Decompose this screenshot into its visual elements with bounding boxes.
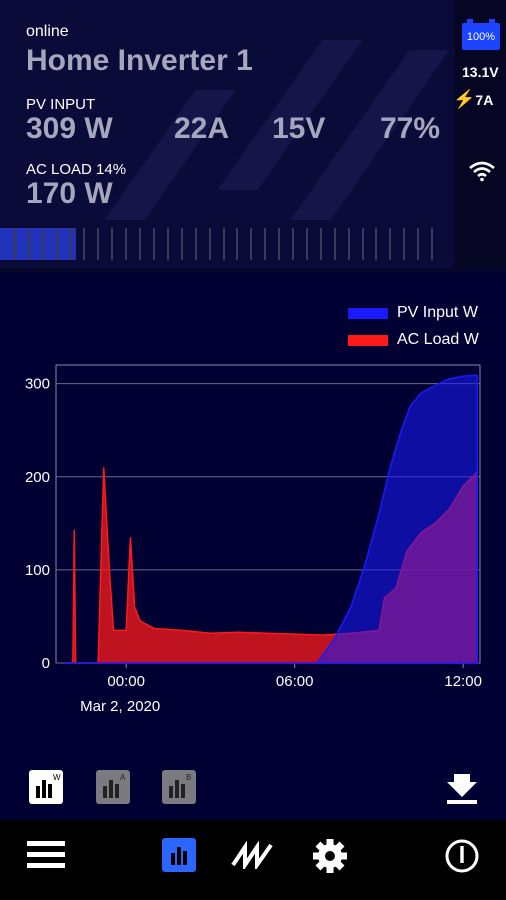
x-date-label: Mar 2, 2020 (80, 698, 160, 715)
x-tick-label: 12:00 (444, 673, 482, 690)
load-bar-segment (431, 228, 434, 260)
pv-percent-value: 77% (380, 112, 441, 145)
stats-nav-icon[interactable] (231, 841, 275, 869)
load-bar-segment (305, 228, 308, 260)
bar-chart-icon: B (169, 773, 191, 798)
load-bar-segment (417, 228, 420, 260)
y-tick-label: 300 (25, 376, 50, 393)
chart-area: PV Input W AC Load W 0 100 200 300 00:00 06:0… (0, 285, 506, 820)
load-bar-segment (69, 228, 72, 260)
power-info-icon[interactable] (444, 838, 480, 874)
watermark-logo (104, 90, 236, 220)
legend-swatch-pv (348, 308, 388, 319)
wifi-icon (469, 161, 495, 182)
y-tick-label: 100 (25, 562, 50, 579)
load-bar-segment (83, 228, 86, 260)
load-bar-segment (375, 228, 378, 260)
load-bar-segment (347, 228, 350, 260)
battery-voltage: 13.1V (462, 64, 499, 80)
menu-icon[interactable] (27, 839, 65, 871)
load-bar-segment (236, 228, 239, 260)
chart-amps-button[interactable]: A (96, 770, 130, 804)
x-tick-label: 06:00 (276, 673, 314, 690)
lightning-icon: ⚡ (453, 89, 476, 109)
charge-current: ⚡7A (453, 89, 493, 110)
load-bar-segment (403, 228, 406, 260)
load-bar-segment (222, 228, 225, 260)
connection-status: online (26, 23, 69, 40)
load-bar-segment (389, 228, 392, 260)
header-panel: online Home Inverter 1 PV INPUT 309 W 22… (0, 0, 506, 272)
chart-battery-button[interactable]: B (162, 770, 196, 804)
device-title[interactable]: Home Inverter 1 (26, 44, 253, 78)
load-bar-segment (180, 228, 183, 260)
load-bar-segment (55, 228, 58, 260)
y-tick-label: 0 (42, 655, 50, 672)
load-bar-segment (292, 228, 295, 260)
load-bar-segment (250, 228, 253, 260)
x-tick-label: 00:00 (107, 673, 145, 690)
pv-current-value: 22A (174, 112, 230, 145)
bottom-navigation (0, 820, 506, 900)
ac-power-value: 170 W (26, 177, 113, 210)
load-bar-segment (166, 228, 169, 260)
load-bar-segment (278, 228, 281, 260)
load-bar-segment (41, 228, 44, 260)
load-bar-segment (27, 228, 30, 260)
battery-percent: 100% (466, 30, 496, 43)
settings-gear-icon[interactable] (312, 838, 348, 874)
pv-voltage-value: 15V (272, 112, 326, 145)
bar-chart-icon: W (36, 773, 61, 798)
svg-text:W: W (53, 773, 61, 782)
legend-label-pv[interactable]: PV Input W (397, 304, 478, 322)
charge-current-value: 7A (475, 92, 494, 108)
load-bar-segment (361, 228, 364, 260)
load-bar-segment (194, 228, 197, 260)
battery-icon: 100% (462, 23, 500, 50)
svg-text:B: B (186, 773, 191, 782)
load-bar-segment (125, 228, 128, 260)
pv-input-label: PV INPUT (26, 96, 96, 113)
charts-nav-icon[interactable] (162, 838, 196, 872)
chart-watts-button[interactable]: W (29, 770, 63, 804)
legend-swatch-ac (348, 335, 388, 346)
load-bar-segment (208, 228, 211, 260)
bar-chart-icon: A (103, 773, 126, 798)
ac-load-label: AC LOAD 14% (26, 161, 127, 178)
load-bar-segment (139, 228, 142, 260)
pv-power-value: 309 W (26, 112, 113, 145)
legend-label-ac[interactable]: AC Load W (397, 331, 479, 349)
download-icon[interactable] (445, 772, 479, 806)
load-bar-segment (333, 228, 336, 260)
load-bar-segment (264, 228, 267, 260)
ac-load-bar (0, 228, 445, 260)
load-bar-segment (152, 228, 155, 260)
y-tick-label: 200 (25, 469, 50, 486)
svg-text:A: A (120, 773, 126, 782)
load-bar-segment (319, 228, 322, 260)
header-card: online Home Inverter 1 PV INPUT 309 W 22… (0, 0, 455, 268)
load-bar-segment (111, 228, 114, 260)
power-history-chart[interactable]: 0 100 200 300 00:00 06:00 12:00 Mar 2, 2020 (0, 355, 506, 795)
load-bar-segment (13, 228, 16, 260)
load-bar-segment (97, 228, 100, 260)
ac-load-bar-fill (0, 228, 76, 260)
